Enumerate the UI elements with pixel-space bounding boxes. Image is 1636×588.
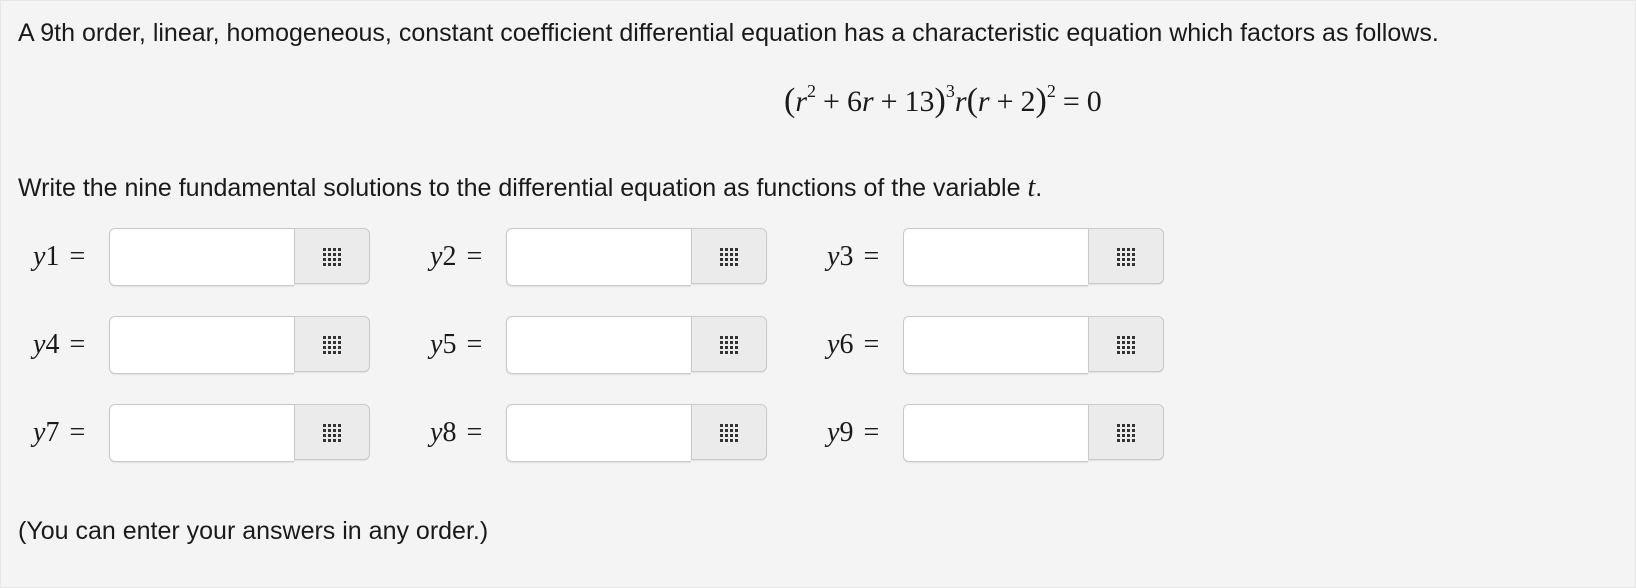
grid-icon bbox=[719, 423, 739, 442]
answer-label: y1 = bbox=[33, 241, 86, 272]
answer-label: y9 = bbox=[827, 417, 880, 448]
grid-icon bbox=[322, 335, 342, 354]
answer-input-y5[interactable] bbox=[507, 317, 691, 373]
problem-intro: A 9th order, linear, homogeneous, consta… bbox=[18, 19, 1439, 47]
answer-input-y6[interactable] bbox=[904, 317, 1088, 373]
footer-note: (You can enter your answers in any order… bbox=[18, 517, 489, 545]
math-palette-button-y9[interactable] bbox=[1088, 404, 1164, 460]
math-palette-button-y1[interactable] bbox=[294, 228, 370, 284]
answer-input-y4[interactable] bbox=[110, 317, 294, 373]
answer-label: y5 = bbox=[430, 329, 483, 360]
grid-icon bbox=[719, 247, 739, 266]
answer-input-y8[interactable] bbox=[507, 405, 691, 461]
grid-icon bbox=[719, 335, 739, 354]
answer-label: y7 = bbox=[33, 417, 86, 448]
answer-input-y9[interactable] bbox=[904, 405, 1088, 461]
math-palette-button-y7[interactable] bbox=[294, 404, 370, 460]
grid-icon bbox=[1116, 247, 1136, 266]
grid-icon bbox=[1116, 335, 1136, 354]
answer-label: y2 = bbox=[430, 241, 483, 272]
math-palette-button-y5[interactable] bbox=[691, 316, 767, 372]
answer-label: y8 = bbox=[430, 417, 483, 448]
answer-label: y3 = bbox=[827, 241, 880, 272]
answer-input-y3[interactable] bbox=[904, 229, 1088, 285]
answer-label: y4 = bbox=[33, 329, 86, 360]
grid-icon bbox=[322, 247, 342, 266]
grid-icon bbox=[1116, 423, 1136, 442]
math-palette-button-y8[interactable] bbox=[691, 404, 767, 460]
math-palette-button-y2[interactable] bbox=[691, 228, 767, 284]
math-palette-button-y4[interactable] bbox=[294, 316, 370, 372]
answer-input-y7[interactable] bbox=[110, 405, 294, 461]
answer-input-y2[interactable] bbox=[507, 229, 691, 285]
characteristic-equation: (r2 +6r +13)3r(r +2)2 = 0 bbox=[784, 81, 1102, 119]
answer-input-y1[interactable] bbox=[110, 229, 294, 285]
math-palette-button-y3[interactable] bbox=[1088, 228, 1164, 284]
question-panel: A 9th order, linear, homogeneous, consta… bbox=[0, 0, 1636, 588]
answer-label: y6 = bbox=[827, 329, 880, 360]
grid-icon bbox=[322, 423, 342, 442]
math-palette-button-y6[interactable] bbox=[1088, 316, 1164, 372]
instruction-text: Write the nine fundamental solutions to … bbox=[18, 172, 1043, 203]
